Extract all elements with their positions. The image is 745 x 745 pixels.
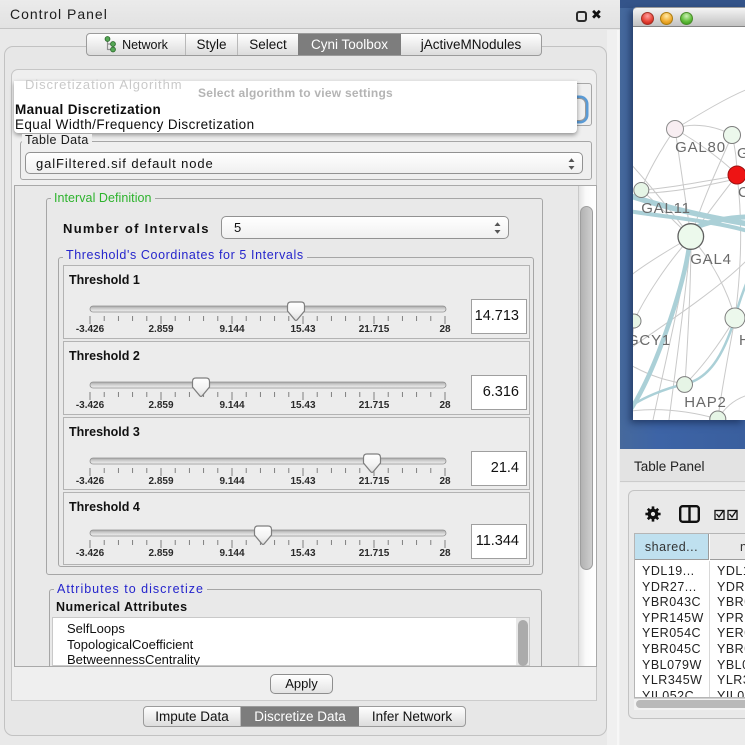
svg-text:GAL11: GAL11 [641, 200, 691, 217]
svg-text:GCY1: GCY1 [633, 332, 671, 349]
svg-text:H: H [739, 332, 745, 349]
svg-text:GAL4: GAL4 [690, 251, 732, 268]
svg-text:GA: GA [737, 145, 745, 162]
svg-text:HAP2: HAP2 [684, 394, 726, 411]
svg-text:GAL80: GAL80 [675, 139, 726, 156]
svg-text:CY: CY [738, 184, 745, 201]
